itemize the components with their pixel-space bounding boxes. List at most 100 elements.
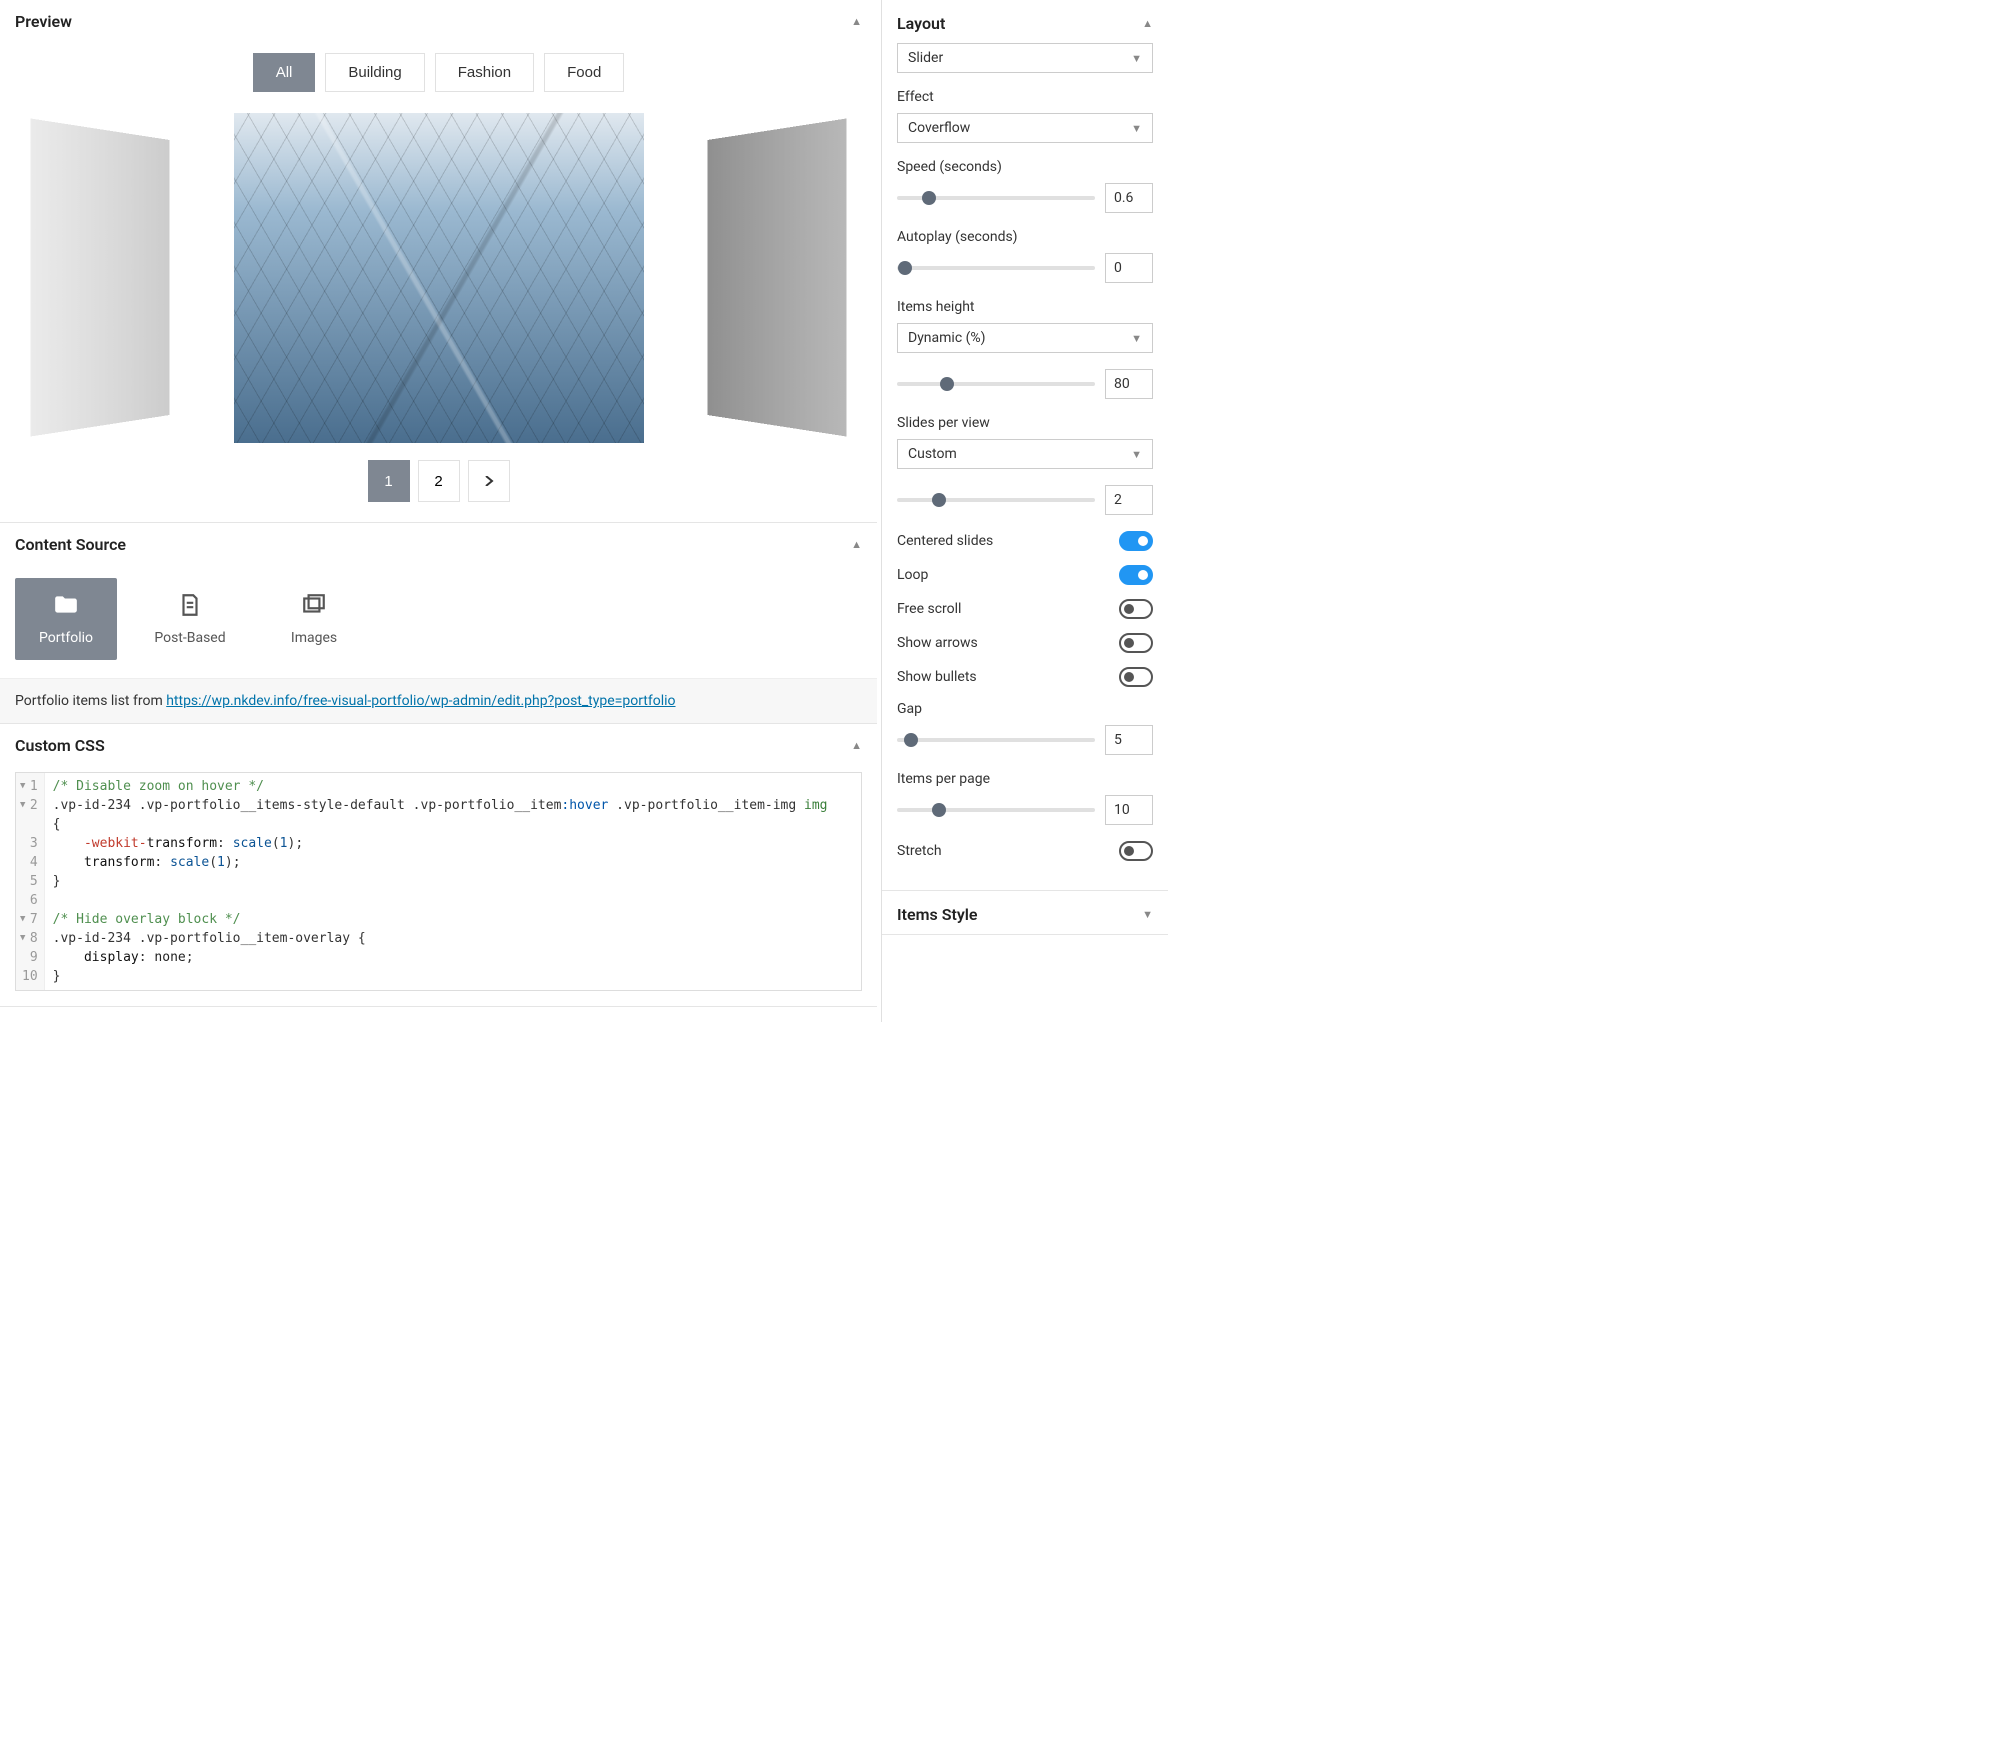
collapse-icon: ▲ [851, 538, 862, 551]
gap-label: Gap [897, 701, 1153, 717]
filter-food[interactable]: Food [544, 53, 624, 92]
layout-panel: Layout ▲ Slider ▼ Effect Coverflow ▼ Spe… [882, 0, 1168, 891]
collapse-icon: ▲ [851, 15, 862, 28]
custom-css-section: Custom CSS ▲ ▼1▼2 3456▼7▼8910 /* Disable… [0, 724, 877, 1007]
items-style-header[interactable]: Items Style ▼ [882, 891, 1168, 934]
slide-current[interactable] [234, 113, 644, 443]
collapse-icon: ▲ [851, 739, 862, 752]
filter-bar: AllBuilding Fashion Food [0, 43, 877, 110]
page-2[interactable]: 2 [418, 460, 460, 502]
toggle-show-arrows[interactable] [1119, 633, 1153, 653]
note-link[interactable]: https://wp.nkdev.info/free-visual-portfo… [166, 693, 675, 709]
slide-next[interactable] [708, 119, 847, 437]
stretch-label: Stretch [897, 843, 942, 859]
page-1[interactable]: 1 [368, 460, 410, 502]
toggle-free-scroll[interactable] [1119, 599, 1153, 619]
toggle-label: Free scroll [897, 601, 961, 617]
toggle-centered-slides[interactable] [1119, 531, 1153, 551]
content-source-options: Portfolio Post-Based Images [0, 566, 877, 678]
content-source-note: Portfolio items list from https://wp.nkd… [0, 678, 877, 723]
folder-icon [53, 592, 79, 622]
speed-field: Speed (seconds) 0.6 [897, 159, 1153, 213]
slides-per-view-label: Slides per view [897, 415, 1153, 431]
editor-code[interactable]: /* Disable zoom on hover */.vp-id-234 .v… [45, 773, 836, 990]
filter-all[interactable]: All [253, 53, 316, 92]
toggle-show-bullets[interactable] [1119, 667, 1153, 687]
note-text: Portfolio items list from [15, 693, 166, 709]
slides-per-view-slider[interactable] [897, 498, 1095, 502]
toggle-row-free-scroll: Free scroll [897, 599, 1153, 619]
toggle-label: Show arrows [897, 635, 978, 651]
autoplay-field: Autoplay (seconds) 0 [897, 229, 1153, 283]
layout-title: Layout [897, 14, 945, 33]
toggle-loop[interactable] [1119, 565, 1153, 585]
items-height-slider[interactable] [897, 382, 1095, 386]
items-per-page-slider[interactable] [897, 808, 1095, 812]
page-icon [177, 592, 203, 622]
expand-icon: ▼ [1142, 908, 1153, 921]
stretch-row: Stretch [897, 841, 1153, 861]
source-portfolio[interactable]: Portfolio [15, 578, 117, 660]
items-style-title: Items Style [897, 905, 978, 924]
slides-per-view-select[interactable]: Custom ▼ [897, 439, 1153, 469]
gap-slider[interactable] [897, 738, 1095, 742]
chevron-down-icon: ▼ [1131, 448, 1142, 461]
toggle-row-show-arrows: Show arrows [897, 633, 1153, 653]
items-per-page-input[interactable]: 10 [1105, 795, 1153, 825]
chevron-right-icon [484, 476, 494, 486]
pagination: 12 [0, 460, 877, 522]
slides-per-view-input[interactable]: 2 [1105, 485, 1153, 515]
gap-field: Gap 5 [897, 701, 1153, 755]
toggle-label: Loop [897, 567, 928, 583]
gap-input[interactable]: 5 [1105, 725, 1153, 755]
effect-select[interactable]: Coverflow ▼ [897, 113, 1153, 143]
slides-per-view-field: Slides per view Custom ▼ 2 [897, 415, 1153, 515]
filter-fashion[interactable]: Fashion [435, 53, 534, 92]
content-source-title: Content Source [15, 535, 126, 554]
layout-type-select[interactable]: Slider ▼ [897, 43, 1153, 73]
source-images[interactable]: Images [263, 578, 365, 660]
source-label: Portfolio [39, 630, 93, 646]
speed-label: Speed (seconds) [897, 159, 1153, 175]
toggle-label: Show bullets [897, 669, 977, 685]
toggle-row-show-bullets: Show bullets [897, 667, 1153, 687]
items-per-page-label: Items per page [897, 771, 1153, 787]
select-value: Coverflow [908, 120, 970, 136]
css-editor[interactable]: ▼1▼2 3456▼7▼8910 /* Disable zoom on hove… [15, 772, 862, 991]
stretch-toggle[interactable] [1119, 841, 1153, 861]
effect-field: Effect Coverflow ▼ [897, 89, 1153, 143]
speed-input[interactable]: 0.6 [1105, 183, 1153, 213]
sidebar: Layout ▲ Slider ▼ Effect Coverflow ▼ Spe… [881, 0, 1168, 1022]
slide-prev[interactable] [31, 119, 170, 437]
custom-css-header[interactable]: Custom CSS ▲ [0, 724, 877, 767]
autoplay-input[interactable]: 0 [1105, 253, 1153, 283]
chevron-down-icon: ▼ [1131, 122, 1142, 135]
source-post-based[interactable]: Post-Based [139, 578, 241, 660]
filter-building[interactable]: Building [325, 53, 424, 92]
preview-header[interactable]: Preview ▲ [0, 0, 877, 43]
collapse-icon: ▲ [1142, 17, 1153, 30]
select-value: Dynamic (%) [908, 330, 986, 346]
slider-preview[interactable] [15, 110, 862, 445]
autoplay-slider[interactable] [897, 266, 1095, 270]
items-height-select[interactable]: Dynamic (%) ▼ [897, 323, 1153, 353]
content-source-section: Content Source ▲ Portfolio Post-Based Imag… [0, 523, 877, 724]
items-style-panel: Items Style ▼ [882, 891, 1168, 935]
speed-slider[interactable] [897, 196, 1095, 200]
select-value: Slider [908, 50, 943, 66]
layout-header[interactable]: Layout ▲ [882, 0, 1168, 43]
source-label: Post-Based [154, 630, 225, 646]
toggle-row-loop: Loop [897, 565, 1153, 585]
images-icon [301, 592, 327, 622]
editor-gutter: ▼1▼2 3456▼7▼8910 [16, 773, 45, 990]
chevron-down-icon: ▼ [1131, 332, 1142, 345]
items-height-field: Items height Dynamic (%) ▼ 80 [897, 299, 1153, 399]
effect-label: Effect [897, 89, 1153, 105]
preview-title: Preview [15, 12, 72, 31]
source-label: Images [291, 630, 337, 646]
items-height-input[interactable]: 80 [1105, 369, 1153, 399]
select-value: Custom [908, 446, 957, 462]
toggle-row-centered-slides: Centered slides [897, 531, 1153, 551]
page-next[interactable] [468, 460, 510, 502]
content-source-header[interactable]: Content Source ▲ [0, 523, 877, 566]
